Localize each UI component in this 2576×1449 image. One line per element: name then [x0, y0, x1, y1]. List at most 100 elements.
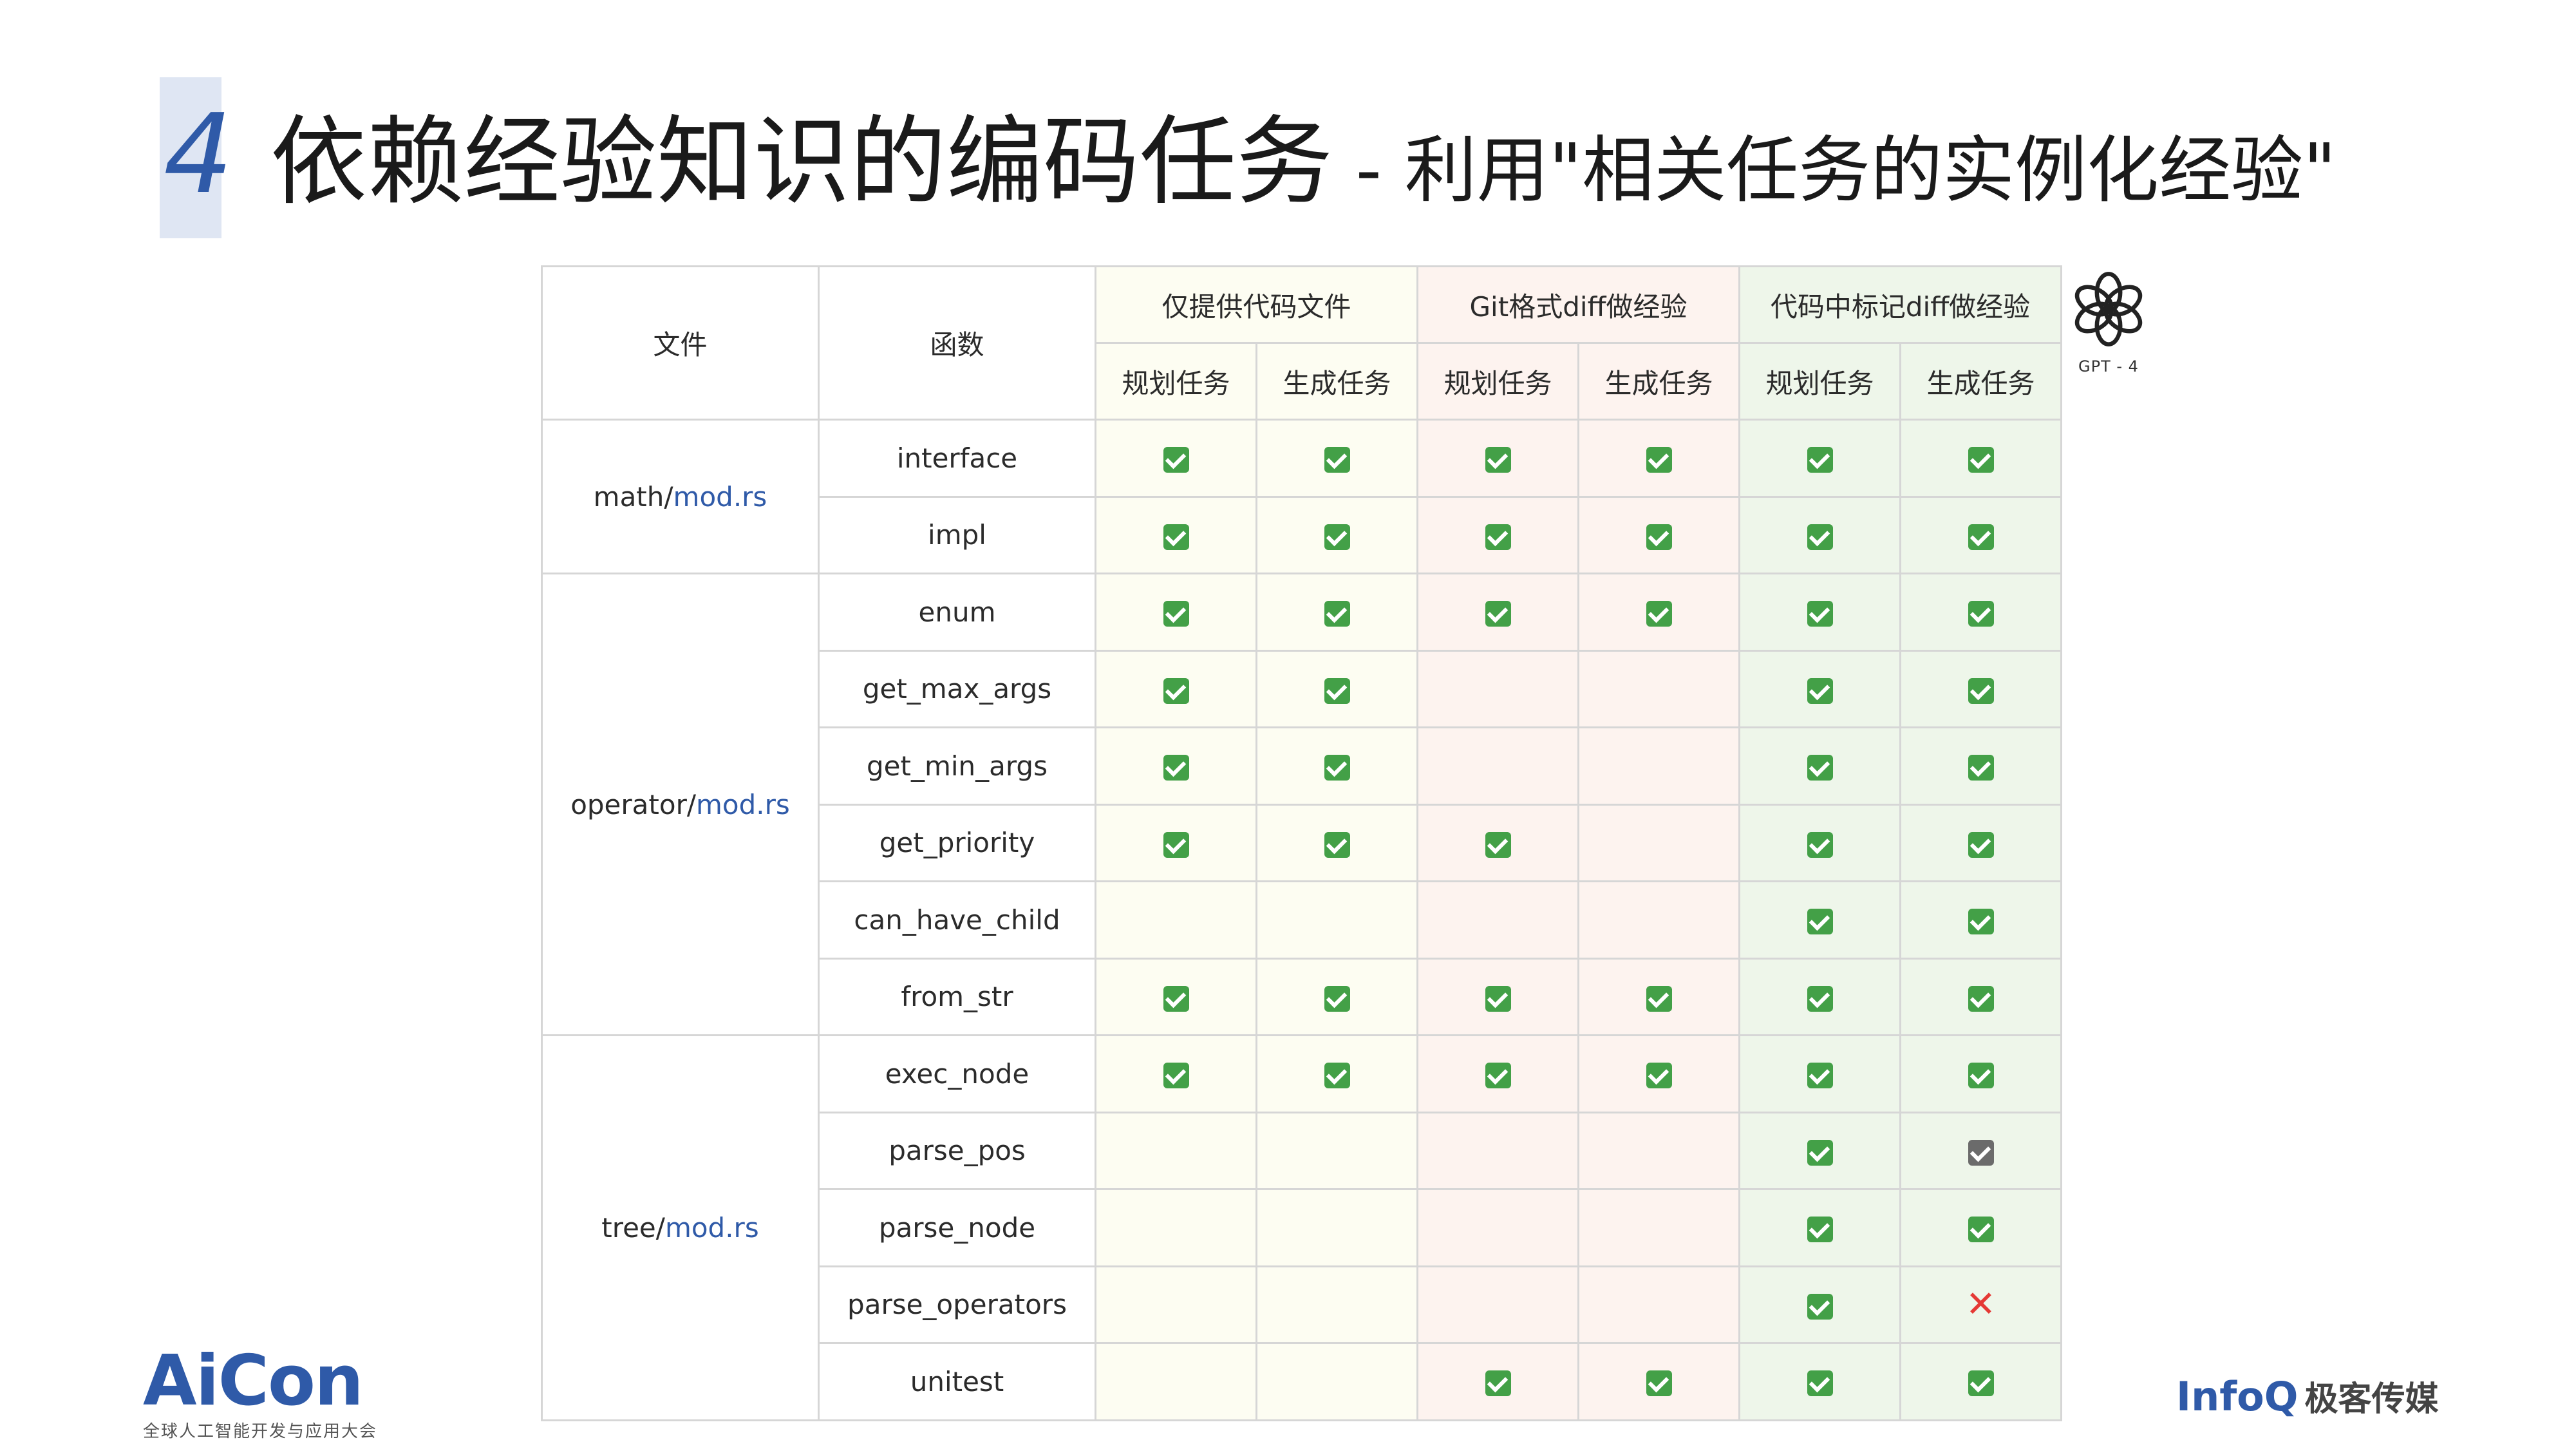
check-icon	[1968, 447, 1994, 473]
result-cell	[1095, 419, 1257, 498]
check-icon	[1968, 1063, 1994, 1089]
check-icon	[1163, 985, 1189, 1012]
file-link[interactable]: mod.rs	[696, 789, 790, 820]
result-cell	[1255, 880, 1418, 960]
check-icon	[1807, 1217, 1833, 1243]
file-dir: tree/	[601, 1211, 665, 1244]
result-cell	[1577, 649, 1740, 728]
aicon-subtitle: 全球人工智能开发与应用大会	[143, 1422, 378, 1441]
title-main: 依赖经验知识的编码任务	[270, 106, 1333, 218]
file-cell: tree/mod.rs	[541, 1034, 820, 1421]
check-icon	[1324, 985, 1350, 1012]
infoq-logo: InfoQ 极客传媒	[2176, 1372, 2439, 1420]
result-cell	[1095, 957, 1257, 1036]
result-cell	[1095, 1188, 1257, 1267]
result-cell	[1416, 1188, 1579, 1267]
check-icon	[1807, 1063, 1833, 1089]
check-icon	[1807, 909, 1833, 935]
check-icon	[1807, 755, 1833, 781]
result-cell	[1738, 1034, 1901, 1113]
result-cell	[1095, 573, 1257, 652]
slide: 4 依赖经验知识的编码任务 - 利用"相关任务的实例化经验" 文件 函数 仅提供…	[0, 0, 2576, 1449]
check-icon	[1968, 831, 1994, 858]
check-icon	[1968, 1370, 1994, 1397]
check-icon	[1163, 1063, 1189, 1089]
result-cell	[1899, 1342, 2062, 1421]
check-icon	[1968, 909, 1994, 935]
table-row: math/mod.rs interface	[541, 419, 2062, 574]
subheader-generate: 生成任务	[1899, 342, 2062, 421]
check-icon	[1485, 601, 1511, 627]
check-icon	[1968, 677, 1994, 704]
check-icon	[1324, 524, 1350, 550]
result-cell	[1416, 880, 1579, 960]
model-label: GPT - 4	[2078, 357, 2139, 375]
result-cell	[1899, 573, 2062, 652]
check-icon	[1163, 447, 1189, 473]
header-file: 文件	[541, 265, 820, 421]
result-cell	[1738, 1342, 1901, 1421]
result-cell	[1738, 573, 1901, 652]
function-cell: exec_node	[818, 1034, 1096, 1113]
result-cell	[1416, 957, 1579, 1036]
result-cell	[1738, 495, 1901, 574]
result-cell	[1577, 726, 1740, 806]
result-cell	[1416, 573, 1579, 652]
result-cell	[1899, 649, 2062, 728]
result-cell	[1738, 1265, 1901, 1344]
result-cell	[1899, 880, 2062, 960]
check-icon	[1807, 447, 1833, 473]
check-icon	[1163, 524, 1189, 550]
result-cell	[1899, 419, 2062, 498]
result-cell	[1577, 573, 1740, 652]
result-cell	[1577, 495, 1740, 574]
table-row: tree/mod.rs exec_node	[541, 1034, 2062, 1421]
function-cell: impl	[818, 495, 1096, 574]
result-cell	[1899, 726, 2062, 806]
function-cell: enum	[818, 573, 1096, 652]
result-cell	[1577, 1342, 1740, 1421]
result-cell	[1577, 803, 1740, 882]
slide-title: 依赖经验知识的编码任务 - 利用"相关任务的实例化经验"	[270, 98, 2336, 235]
file-link[interactable]: mod.rs	[673, 481, 767, 513]
result-cell	[1416, 495, 1579, 574]
gray-check-icon	[1968, 1139, 1994, 1166]
results-table: 文件 函数 仅提供代码文件 Git格式diff做经验 代码中标记diff做经验 …	[541, 265, 2062, 1421]
check-icon	[1968, 524, 1994, 550]
file-dir: operator/	[570, 788, 696, 820]
result-cell	[1577, 880, 1740, 960]
title-separator: -	[1333, 129, 1405, 213]
result-cell	[1095, 1111, 1257, 1190]
header-group-code-only: 仅提供代码文件	[1095, 265, 1418, 344]
result-cell	[1416, 803, 1579, 882]
result-cell	[1899, 1034, 2062, 1113]
check-icon	[1324, 1063, 1350, 1089]
header-function: 函数	[818, 265, 1096, 421]
check-icon	[1163, 755, 1189, 781]
check-icon	[1485, 831, 1511, 858]
result-cell	[1255, 726, 1418, 806]
result-cell	[1255, 573, 1418, 652]
result-cell	[1899, 1188, 2062, 1267]
result-cell	[1738, 1111, 1901, 1190]
result-cell	[1255, 1034, 1418, 1113]
check-icon	[1807, 524, 1833, 550]
result-cell	[1095, 803, 1257, 882]
result-cell	[1255, 1265, 1418, 1344]
check-icon	[1163, 601, 1189, 627]
result-cell	[1416, 649, 1579, 728]
result-cell	[1899, 803, 2062, 882]
check-icon	[1807, 601, 1833, 627]
check-icon	[1324, 831, 1350, 858]
check-icon	[1968, 985, 1994, 1012]
result-cell	[1899, 1111, 2062, 1190]
result-cell	[1255, 803, 1418, 882]
check-icon	[1485, 524, 1511, 550]
result-cell	[1416, 419, 1579, 498]
result-cell	[1255, 649, 1418, 728]
result-cell	[1255, 1342, 1418, 1421]
function-cell: can_have_child	[818, 880, 1096, 960]
file-link[interactable]: mod.rs	[665, 1212, 759, 1244]
result-cell	[1738, 957, 1901, 1036]
subheader-plan: 规划任务	[1095, 342, 1257, 421]
